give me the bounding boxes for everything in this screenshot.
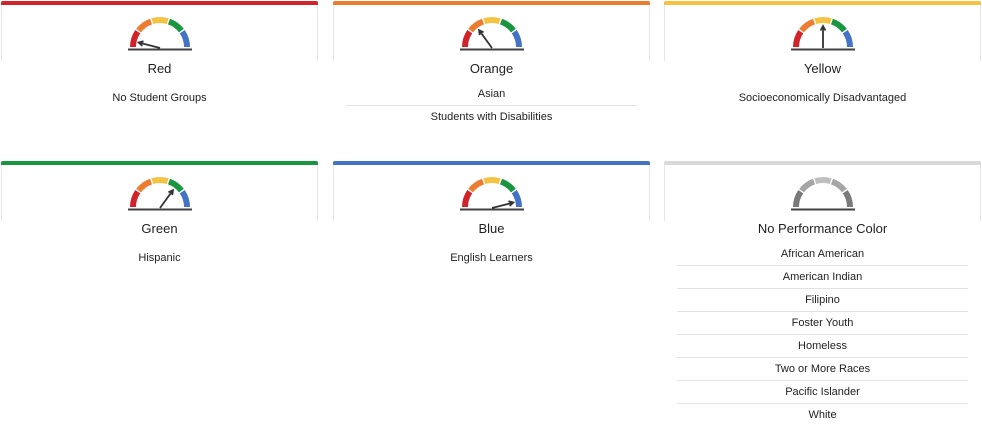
- card-title: Orange: [469, 61, 514, 76]
- gauge-segment: [167, 18, 184, 33]
- student-group-item: Hispanic: [138, 252, 181, 264]
- gauge-segment: [499, 178, 516, 193]
- gauge-segment: [813, 17, 832, 24]
- student-group-item: Foster Youth: [677, 312, 968, 335]
- card-title: Yellow: [803, 61, 842, 76]
- gauge-segment: [467, 18, 484, 33]
- gauge-segment: [461, 189, 472, 207]
- performance-card-no-performance-color: No Performance Color African American Amer…: [664, 161, 981, 426]
- gauge-segment: [813, 177, 832, 184]
- student-group-item: Pacific Islander: [677, 381, 968, 404]
- gauge-needle: [477, 29, 493, 49]
- gauge-segment: [467, 178, 484, 193]
- card-title: No Performance Color: [757, 221, 888, 236]
- gauge-segment: [792, 189, 803, 207]
- card-header: [1, 5, 318, 61]
- student-group-list: Socioeconomically Disadvantaged: [664, 87, 981, 109]
- gauge-segment: [150, 17, 169, 24]
- card-title: Green: [141, 221, 178, 236]
- student-group-item: Socioeconomically Disadvantaged: [738, 92, 907, 104]
- gauge-segment: [129, 189, 140, 207]
- performance-card-blue: Blue English Learners: [333, 161, 650, 269]
- student-group-list: African American American Indian Filipino F…: [664, 243, 981, 426]
- gauge-segment: [511, 29, 522, 47]
- card-header: [664, 165, 981, 221]
- performance-card-green: Green Hispanic: [1, 161, 318, 269]
- student-group-item: Students with Disabilities: [430, 111, 553, 123]
- gauge-segment: [798, 178, 815, 193]
- gauge-icon: [127, 17, 192, 51]
- student-group-item: Two or More Races: [677, 358, 968, 381]
- gauge-icon: [790, 17, 855, 51]
- gauge-segment: [179, 29, 190, 47]
- card-title: Blue: [478, 221, 505, 236]
- gauge-segment: [842, 189, 853, 207]
- gauge-segment: [482, 177, 501, 184]
- student-group-list: No Student Groups: [1, 87, 318, 109]
- gauge-segment: [150, 177, 169, 184]
- gauge-segment: [830, 178, 847, 193]
- gauge-icon: [459, 17, 524, 51]
- gauge-segment: [482, 17, 501, 24]
- gauge-segment: [129, 29, 140, 47]
- gauge-segment: [135, 178, 152, 193]
- gauge-icon: [127, 177, 192, 211]
- student-group-item: Filipino: [677, 289, 968, 312]
- performance-card-red: Red No Student Groups: [1, 1, 318, 109]
- gauge-needle: [158, 189, 174, 209]
- gauge-segment: [499, 18, 516, 33]
- card-title: Red: [147, 61, 172, 76]
- student-group-list: Hispanic: [1, 247, 318, 269]
- performance-card-orange: Orange Asian Students with Disabilities: [333, 1, 650, 128]
- gauge-segment: [842, 29, 853, 47]
- gauge-segment: [167, 178, 184, 193]
- gauge-segment: [179, 189, 190, 207]
- card-header: [333, 165, 650, 221]
- gauge-segment: [830, 18, 847, 33]
- student-group-item: No Student Groups: [112, 92, 207, 104]
- gauge-segment: [792, 29, 803, 47]
- card-header: [333, 5, 650, 61]
- card-header: [1, 165, 318, 221]
- card-header: [664, 5, 981, 61]
- student-group-item: White: [808, 409, 837, 421]
- gauge-segment: [461, 29, 472, 47]
- student-group-item: African American: [677, 243, 968, 266]
- student-group-item: English Learners: [450, 252, 533, 264]
- gauge-segment: [798, 18, 815, 33]
- student-group-list: Asian Students with Disabilities: [333, 83, 650, 128]
- gauge-icon: [790, 177, 855, 211]
- gauge-icon: [459, 177, 524, 211]
- performance-card-yellow: Yellow Socioeconomically Disadvantaged: [664, 1, 981, 109]
- student-group-list: English Learners: [333, 247, 650, 269]
- student-group-item: American Indian: [677, 266, 968, 289]
- student-group-item: Asian: [346, 83, 637, 106]
- gauge-segment: [511, 189, 522, 207]
- student-group-item: Homeless: [677, 335, 968, 358]
- gauge-segment: [135, 18, 152, 33]
